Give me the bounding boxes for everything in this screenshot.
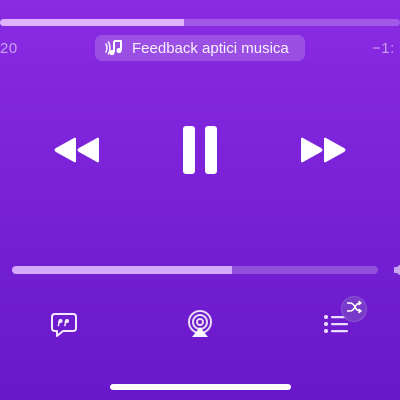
backward-icon [52, 136, 100, 164]
airplay-icon [185, 309, 215, 344]
shuffle-badge[interactable] [341, 296, 367, 322]
forward-button[interactable] [298, 134, 350, 166]
lyrics-icon [50, 310, 78, 343]
volume-level-fill [12, 266, 232, 274]
lyrics-button[interactable] [48, 311, 80, 341]
pause-button[interactable] [180, 124, 220, 176]
volume-max-icon [392, 261, 400, 279]
playback-progress-fill [0, 19, 184, 26]
haptic-feedback-button[interactable]: Feedback aptici musica [95, 35, 305, 61]
home-indicator[interactable] [110, 384, 291, 390]
remaining-time: −1: [372, 40, 395, 57]
haptic-feedback-label: Feedback aptici musica [132, 39, 289, 57]
forward-icon [300, 136, 348, 164]
shuffle-icon [346, 299, 363, 319]
pause-icon [181, 125, 219, 175]
volume-slider[interactable] [12, 266, 378, 274]
elapsed-time: 20 [0, 40, 18, 57]
airplay-button[interactable] [184, 309, 216, 344]
playback-scrubber[interactable] [0, 19, 400, 26]
rewind-button[interactable] [50, 134, 102, 166]
haptic-feedback-icon [104, 39, 126, 57]
